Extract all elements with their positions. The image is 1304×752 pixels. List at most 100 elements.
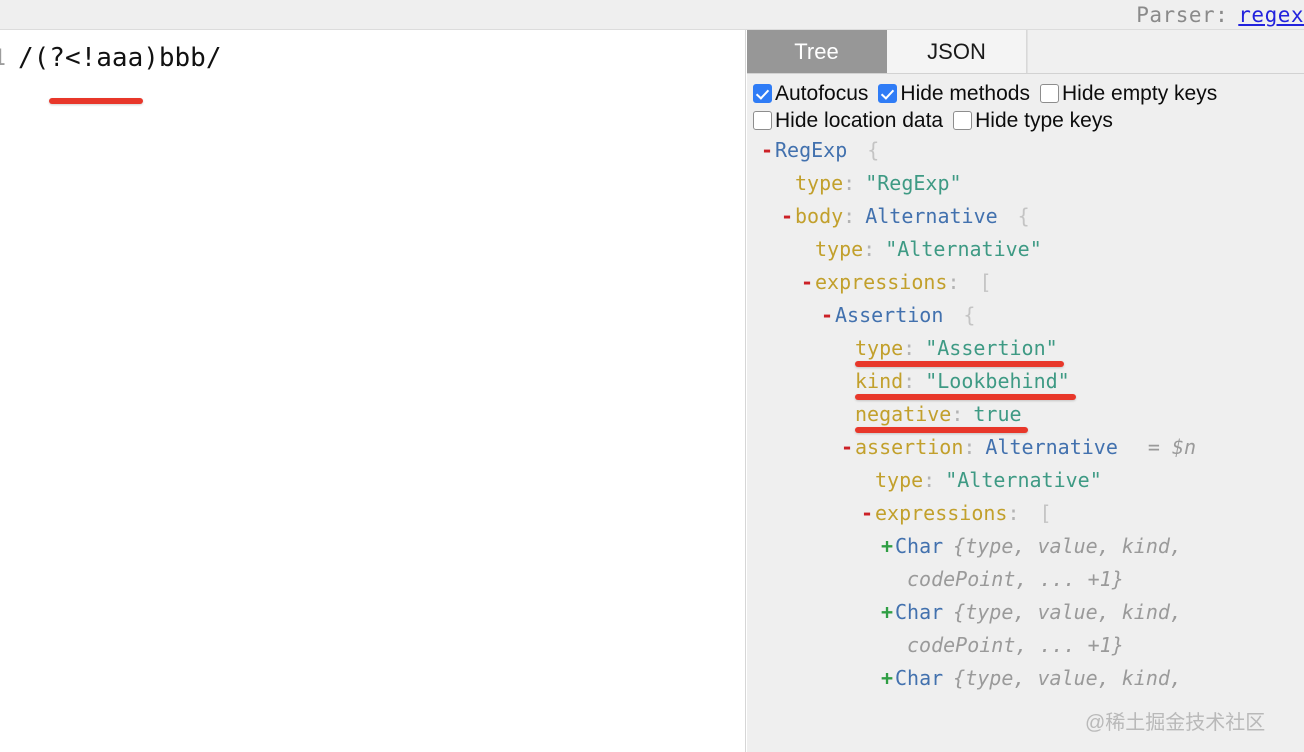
tree-node-string-value: "Lookbehind" <box>925 369 1070 393</box>
option-hide-type-keys[interactable]: Hide type keys <box>953 109 1113 133</box>
tree-node-preview-cont: codePoint, ... +1} <box>907 633 1124 657</box>
tree-node-string-value: "Alternative" <box>885 237 1042 261</box>
option-hide-empty-keys[interactable]: Hide empty keys <box>1039 81 1218 106</box>
collapse-icon[interactable]: - <box>759 134 775 167</box>
checkbox-hide-location-data[interactable] <box>753 111 772 130</box>
tree-node-colon: : <box>903 369 916 393</box>
expand-icon[interactable]: + <box>879 530 895 563</box>
tree-node-key: assertion <box>855 435 964 459</box>
tree-node-colon: : <box>863 237 876 261</box>
tree-node-preview-cont: codePoint, ... +1} <box>907 567 1124 591</box>
tree-node-bracket: [ <box>979 270 992 294</box>
regex-editor-panel[interactable]: 1 /(?<!aaa)bbb/ <box>0 30 746 752</box>
tree-node-colon: : <box>951 402 964 426</box>
tab-tree[interactable]: Tree <box>747 30 887 73</box>
tree-node-type: Assertion <box>835 303 944 327</box>
option-label-autofocus: Autofocus <box>775 81 869 105</box>
top-bar: Parser: regex <box>0 0 1304 30</box>
tree-node-preview: {type, value, kind, <box>953 534 1182 558</box>
collapse-icon[interactable]: - <box>799 266 815 299</box>
tree-node-preview-line2: codePoint, ... +1} <box>879 563 1304 596</box>
option-label-hide-location-data: Hide location data <box>775 108 944 132</box>
tree-node-colon: : <box>923 468 936 492</box>
tree-node-bracket: [ <box>1039 501 1052 525</box>
checkbox-hide-type-keys[interactable] <box>953 111 973 130</box>
parser-link[interactable]: regex <box>1238 3 1304 27</box>
option-hide-methods[interactable]: Hide methods <box>878 82 1030 106</box>
tree-node-preview-line2: codePoint, ... +1} <box>879 629 1304 662</box>
tree-node[interactable]: -Assertion { <box>747 299 1304 332</box>
collapse-icon[interactable]: - <box>859 497 875 530</box>
tree-node-key: expressions <box>815 270 948 294</box>
ast-inspector-panel: Tree JSON Autofocus Hide methods Hide em… <box>747 30 1304 752</box>
tree-node-colon: : <box>843 171 856 195</box>
options-row-2: Hide location data Hide type keys <box>753 107 1304 134</box>
inspector-options: Autofocus Hide methods Hide empty keys H… <box>747 74 1304 138</box>
collapse-icon[interactable]: - <box>839 431 855 464</box>
tree-node-type: Alternative <box>865 204 998 228</box>
tree-node-ref: = $n <box>1147 435 1197 459</box>
parser-label: Parser: <box>1136 3 1229 27</box>
tree-node[interactable]: +Char {type, value, kind, <box>747 662 1304 695</box>
tree-node-colon: : <box>963 435 976 459</box>
tree-node-key: negative <box>855 402 952 426</box>
tree-node-key: kind <box>855 369 904 393</box>
regex-input[interactable]: /(?<!aaa)bbb/ <box>18 43 222 73</box>
tree-node-preview: {type, value, kind, <box>953 600 1182 624</box>
inspector-tab-bar: Tree JSON <box>747 30 1304 74</box>
tab-json[interactable]: JSON <box>887 30 1027 73</box>
tree-node-key: type <box>875 468 924 492</box>
tree-node-key: type <box>795 171 844 195</box>
tree-node-brace: { <box>867 138 880 162</box>
expand-icon[interactable]: + <box>879 596 895 629</box>
tree-node-key: body <box>795 204 844 228</box>
tree-node-preview: {type, value, kind, <box>953 666 1182 690</box>
tree-node[interactable]: type: "Alternative" <box>747 233 1304 266</box>
tree-node-string-value: "Assertion" <box>925 336 1058 360</box>
option-hide-location-data[interactable]: Hide location data <box>753 109 943 133</box>
tree-node[interactable]: type: "RegExp" <box>747 167 1304 200</box>
tree-node-colon: : <box>843 204 856 228</box>
tree-node-colon: : <box>1007 501 1020 525</box>
line-number-gutter: 1 <box>0 46 6 71</box>
tree-node-type: Alternative <box>985 435 1118 459</box>
tree-node[interactable]: type: "Assertion" <box>747 332 1304 367</box>
ast-tree: -RegExp{ type: "RegExp" -body: Alternative{… <box>747 134 1304 695</box>
tree-node[interactable]: -assertion: Alternative = $n <box>747 431 1304 464</box>
tree-node-colon: : <box>947 270 960 294</box>
option-label-hide-type-keys: Hide type keys <box>975 108 1113 132</box>
options-row-1: Autofocus Hide methods Hide empty keys <box>753 80 1304 107</box>
tree-node-type: Char <box>895 534 944 558</box>
option-autofocus[interactable]: Autofocus <box>753 82 868 106</box>
checkbox-autofocus[interactable] <box>753 84 772 103</box>
tree-node-string-value: "RegExp" <box>865 171 962 195</box>
tree-node[interactable]: -body: Alternative { <box>747 200 1304 233</box>
tab-bar-filler <box>1027 30 1304 73</box>
tree-node-type: Char <box>895 600 944 624</box>
tree-node[interactable]: -expressions: [ <box>747 497 1304 530</box>
expand-icon[interactable]: + <box>879 662 895 695</box>
tree-node[interactable]: negative: true <box>747 398 1304 433</box>
collapse-icon[interactable]: - <box>779 200 795 233</box>
tree-node[interactable]: type: "Alternative" <box>747 464 1304 497</box>
option-label-hide-methods: Hide methods <box>900 81 1030 105</box>
tree-node[interactable]: -expressions: [ <box>747 266 1304 299</box>
checkbox-hide-methods[interactable] <box>878 84 898 103</box>
tree-node-type: Char <box>895 666 944 690</box>
collapse-icon[interactable]: - <box>819 299 835 332</box>
tree-node[interactable]: kind: "Lookbehind" <box>747 365 1304 400</box>
tree-node[interactable]: -RegExp { <box>747 134 1304 167</box>
tree-node-string-value: "Alternative" <box>945 468 1102 492</box>
parser-selector: Parser: regex <box>1136 0 1304 30</box>
option-label-hide-empty-keys: Hide empty keys <box>1061 81 1218 105</box>
tree-node-boolean-value: true <box>973 402 1022 426</box>
tree-node[interactable]: +Char {type, value, kind, codePoint, ... +… <box>747 596 1304 662</box>
tree-node-colon: : <box>903 336 916 360</box>
checkbox-hide-empty-keys[interactable] <box>1039 84 1059 103</box>
tree-node-key: expressions <box>875 501 1008 525</box>
tree-node[interactable]: +Char {type, value, kind, codePoint, ... +… <box>747 530 1304 596</box>
